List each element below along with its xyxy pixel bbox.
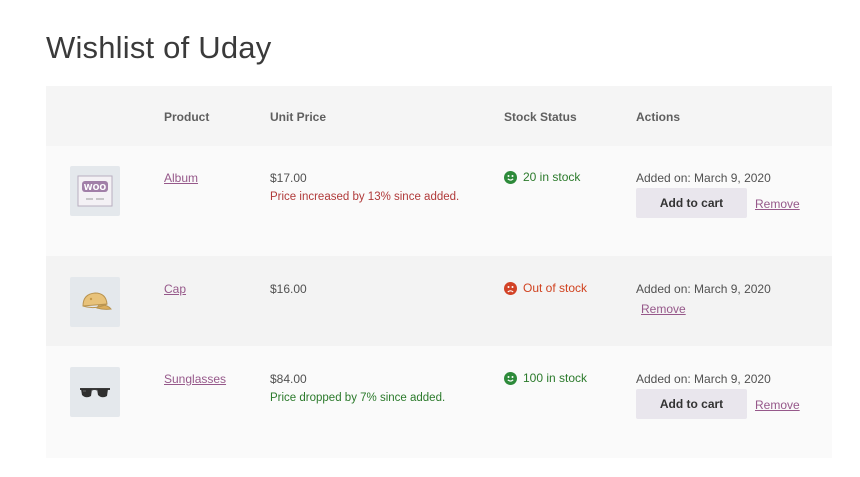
column-header-actions: Actions (636, 110, 681, 124)
price-change-note: Price dropped by 7% since added. (270, 392, 446, 404)
happy-face-icon (504, 170, 517, 184)
price-change-note: Price increased by 13% since added. (270, 191, 460, 203)
column-header-product: Product (164, 110, 210, 124)
unit-price: $84.00 (270, 372, 307, 386)
stock-status: 100 in stock (504, 371, 587, 385)
column-header-unit-price: Unit Price (270, 110, 327, 124)
product-link-sunglasses[interactable]: Sunglasses (164, 372, 226, 386)
stock-status: Out of stock (504, 281, 587, 295)
stock-status-text: Out of stock (523, 281, 588, 295)
added-on-date: Added on: March 9, 2020 (636, 171, 771, 185)
svg-text:WOO: WOO (84, 183, 107, 192)
add-to-cart-button[interactable]: Add to cart (636, 188, 747, 218)
album-cover-woo-icon[interactable]: WOO (70, 166, 120, 216)
table-row: Cap $16.00 Out of stock Added on: March … (46, 256, 832, 346)
product-link-album[interactable]: Album (164, 171, 198, 185)
sad-face-icon (504, 281, 517, 295)
wishlist-table: Product Unit Price Stock Status Actions … (46, 86, 832, 458)
stock-status-text: 20 in stock (523, 170, 581, 184)
page-title: Wishlist of Uday (46, 30, 272, 65)
unit-price: $16.00 (270, 282, 307, 296)
remove-link[interactable]: Remove (755, 197, 800, 211)
table-header: Product Unit Price Stock Status Actions (46, 86, 832, 146)
sunglasses-icon[interactable] (70, 367, 120, 417)
cap-icon[interactable] (70, 277, 120, 327)
happy-face-icon (504, 371, 517, 385)
product-link-cap[interactable]: Cap (164, 282, 186, 296)
column-header-stock-status: Stock Status (504, 110, 577, 124)
table-row: WOO Album $17.00 Price increased by 13% … (46, 146, 832, 256)
remove-link[interactable]: Remove (641, 302, 686, 316)
stock-status-text: 100 in stock (523, 371, 588, 385)
add-to-cart-button[interactable]: Add to cart (636, 389, 747, 419)
remove-link[interactable]: Remove (755, 398, 800, 412)
added-on-date: Added on: March 9, 2020 (636, 282, 771, 296)
stock-status: 20 in stock (504, 170, 580, 184)
unit-price: $17.00 (270, 171, 307, 185)
added-on-date: Added on: March 9, 2020 (636, 372, 771, 386)
table-row: Sunglasses $84.00 Price dropped by 7% si… (46, 346, 832, 458)
